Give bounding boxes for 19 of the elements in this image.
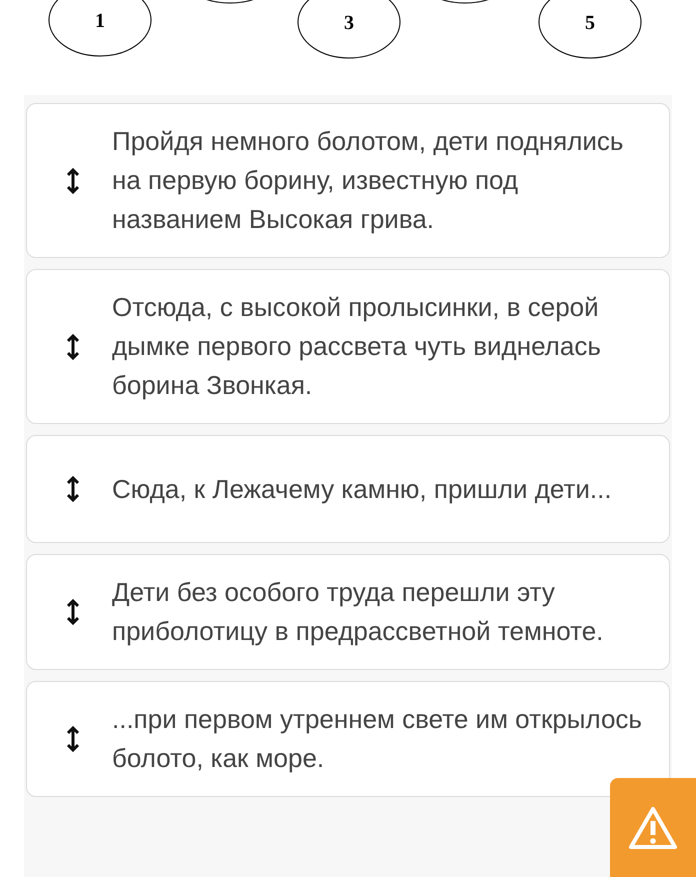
item-text: Дети без особого труда перешли эту приболотицу в предрассветной темноте. — [112, 576, 604, 648]
item-text: Пройдя немного болотом, дети поднялись на первую борину, известную под названием Высокая грива. — [112, 125, 624, 236]
diagram-node: 3 — [298, 0, 400, 58]
item-text: Отсюда, с высокой пролысинки, в серой дымке первого рассвета чуть виднелась борина Звонкая. — [112, 291, 602, 402]
drag-handle-icon[interactable] — [67, 334, 79, 360]
diagram-node: 1 — [48, 0, 152, 56]
drag-handle-icon[interactable] — [67, 476, 79, 502]
sortable-item[interactable]: Дети без особого труда перешли эту приболотицу в предрассветной темноте. — [26, 554, 670, 670]
sortable-item[interactable]: ...при первом утреннем свете им открылось болото, как море. — [26, 681, 670, 797]
drag-handle-icon[interactable] — [67, 726, 79, 752]
warning-icon — [628, 806, 678, 850]
drag-handle-icon[interactable] — [67, 168, 79, 194]
sortable-item[interactable]: Пройдя немного болотом, дети поднялись на первую борину, известную под названием Высокая грива. — [26, 103, 670, 258]
item-text: Сюда, к Лежачему камню, пришли дети... — [112, 472, 612, 506]
drag-handle-icon[interactable] — [67, 599, 79, 625]
sortable-item[interactable]: Отсюда, с высокой пролысинки, в серой дымке первого рассвета чуть виднелась борина Звонкая. — [26, 269, 670, 424]
item-text: ...при первом утреннем свете им открылось болото, как море. — [112, 703, 643, 775]
sortable-item[interactable]: Сюда, к Лежачему камню, пришли дети... — [26, 435, 670, 543]
diagram-node: 5 — [538, 0, 642, 58]
